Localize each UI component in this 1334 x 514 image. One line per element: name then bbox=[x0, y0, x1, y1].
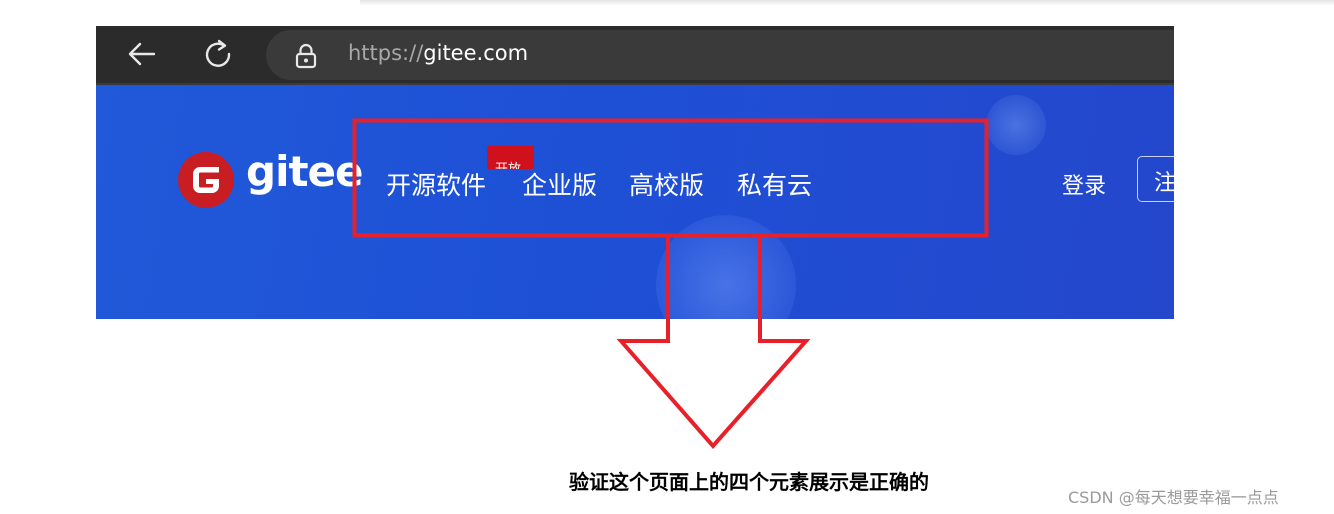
csdn-watermark: CSDN @每天想要幸福一点点 bbox=[1068, 488, 1279, 507]
window-shadow bbox=[360, 0, 1334, 6]
nav-badge-label: 开放 bbox=[495, 158, 521, 169]
background-glow bbox=[986, 95, 1046, 155]
url-host: gitee.com bbox=[423, 41, 529, 65]
reload-icon bbox=[205, 39, 231, 67]
url-protocol: https:// bbox=[348, 41, 424, 65]
logo-wordmark[interactable]: gitee bbox=[246, 147, 364, 196]
browser-toolbar: https://gitee.com bbox=[96, 26, 1174, 85]
screenshot-canvas: { "browser": { "url_protocol": "https://… bbox=[0, 0, 1334, 514]
nav-item-enterprise[interactable]: 企业版 bbox=[522, 166, 597, 202]
gitee-header: gitee 开源软件 企业版 高校版 私有云 开放 登录 注册 bbox=[96, 85, 1174, 319]
browser-screenshot: https://gitee.com gitee 开源软件 企业版 高校版 私有云… bbox=[96, 26, 1174, 319]
back-button[interactable] bbox=[124, 36, 160, 72]
annotation-note: 验证这个页面上的四个元素展示是正确的 bbox=[569, 470, 929, 494]
nav-item-open-source[interactable]: 开源软件 bbox=[386, 166, 486, 202]
nav-item-private-cloud[interactable]: 私有云 bbox=[737, 166, 812, 202]
nav-badge: 开放 bbox=[487, 146, 534, 169]
reload-button[interactable] bbox=[200, 36, 236, 72]
nav-item-education[interactable]: 高校版 bbox=[629, 166, 704, 202]
gitee-logo-icon[interactable] bbox=[178, 152, 234, 208]
lock-icon bbox=[295, 43, 317, 69]
register-button[interactable]: 注册 bbox=[1137, 156, 1174, 202]
url-text[interactable]: https://gitee.com bbox=[348, 41, 528, 65]
background-glow bbox=[656, 215, 796, 319]
back-arrow-icon bbox=[128, 42, 156, 66]
address-bar[interactable]: https://gitee.com bbox=[266, 30, 1174, 80]
login-link[interactable]: 登录 bbox=[1062, 168, 1106, 200]
